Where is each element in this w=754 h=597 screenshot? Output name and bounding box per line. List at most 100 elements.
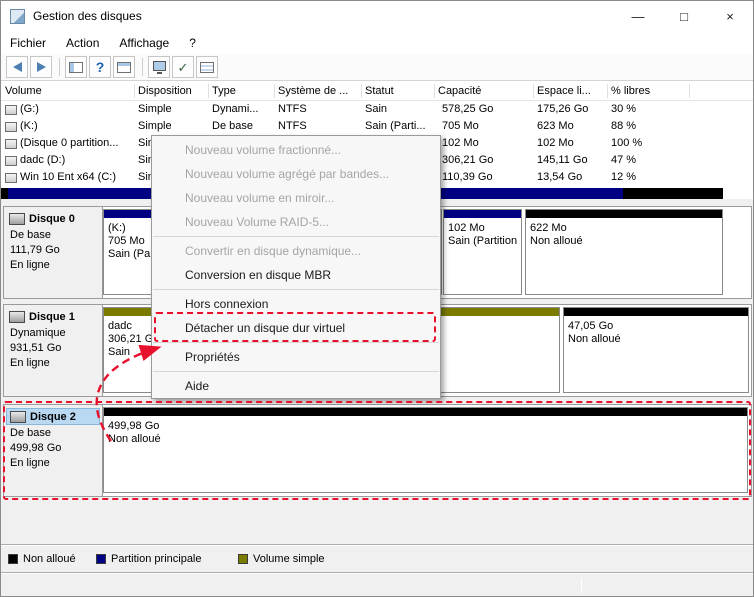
- menu-separator: [153, 371, 439, 372]
- cell-volume: (K:): [20, 120, 38, 132]
- menu-item-nouveau-volume-agrege: Nouveau volume agrégé par bandes...: [185, 167, 390, 181]
- details-view-button[interactable]: [196, 56, 218, 78]
- maximize-button[interactable]: □: [661, 1, 707, 32]
- menu-item-nouveau-volume-raid5: Nouveau Volume RAID-5...: [185, 215, 330, 229]
- cell-libres: 100 %: [611, 137, 643, 149]
- help-button[interactable]: ?: [89, 56, 111, 78]
- disk0-header[interactable]: Disque 0 De base 111,79 Go En ligne: [4, 207, 103, 298]
- help-icon: ?: [95, 59, 105, 75]
- check-icon: ✓: [177, 59, 189, 75]
- menu-item-hors-connexion[interactable]: Hors connexion: [152, 292, 440, 316]
- menu-aide[interactable]: ?: [179, 32, 206, 54]
- disk-type: Dynamique: [10, 327, 66, 339]
- disk-size: 931,51 Go: [10, 342, 62, 354]
- partition-size: 102 Mo: [448, 222, 485, 234]
- partition-box-unallocated-500go[interactable]: 499,98 Go Non alloué: [103, 407, 748, 493]
- volume-row-g[interactable]: (G:) Simple Dynami... NTFS Sain 578,25 G…: [1, 101, 753, 118]
- volume-list-header: Volume Disposition Type Système de ... S…: [1, 81, 753, 101]
- disk-icon: [9, 310, 25, 323]
- details-icon: [200, 61, 214, 73]
- computer-button[interactable]: [148, 56, 170, 78]
- menu-bar: Fichier Action Affichage ?: [1, 32, 753, 54]
- cell-libres: 88 %: [611, 120, 637, 132]
- partition-type-strip: [444, 210, 521, 218]
- volume-row-k[interactable]: (K:) Simple De base NTFS Sain (Parti... …: [1, 118, 753, 135]
- title-bar: Gestion des disques — □ ×: [1, 1, 753, 32]
- partition-size: 499,98 Go: [108, 420, 160, 432]
- legend-item-unallocated: Non alloué: [8, 553, 76, 565]
- partition-box-unallocated-622mo[interactable]: 622 Mo Non alloué: [525, 209, 723, 295]
- menu-fichier[interactable]: Fichier: [1, 32, 56, 54]
- toolbar-separator: [59, 58, 60, 76]
- forward-button[interactable]: [30, 56, 52, 78]
- disk-icon: [9, 212, 25, 225]
- minimize-button[interactable]: —: [615, 1, 661, 32]
- partition-size: 622 Mo: [530, 222, 567, 234]
- disk2-header[interactable]: Disque 2 De base 499,98 Go En ligne: [4, 405, 103, 496]
- console-tree-icon: [69, 61, 83, 73]
- menu-item-conversion-disque-mbr[interactable]: Conversion en disque MBR: [152, 263, 440, 287]
- column-header-disposition[interactable]: Disposition: [138, 81, 204, 101]
- disk-icon: [10, 410, 26, 423]
- check-disk-button[interactable]: ✓: [172, 56, 194, 78]
- disk-management-window: Gestion des disques — □ × Fichier Action…: [0, 0, 754, 597]
- menu-item-nouveau-volume-miroir: Nouveau volume en miroir...: [185, 191, 335, 205]
- column-header-libres[interactable]: % libres: [611, 81, 687, 101]
- column-header-statut[interactable]: Statut: [365, 81, 434, 101]
- cell-volume: dadc (D:): [20, 154, 66, 166]
- cell-systeme: NTFS: [278, 120, 307, 132]
- cell-capacite: 578,25 Go: [442, 103, 494, 115]
- disk-size: 499,98 Go: [10, 442, 62, 454]
- disk-size: 111,79 Go: [10, 244, 60, 256]
- console-tree-button[interactable]: [65, 56, 87, 78]
- app-icon: [10, 9, 25, 24]
- legend-label: Non alloué: [23, 553, 76, 565]
- cell-espace: 623 Mo: [537, 120, 574, 132]
- column-header-espace[interactable]: Espace li...: [537, 81, 607, 101]
- menu-item-detacher-disque-virtuel[interactable]: Détacher un disque dur virtuel: [152, 316, 440, 340]
- menu-item-proprietes[interactable]: Propriétés: [152, 345, 440, 369]
- partition-box-102mo[interactable]: 102 Mo Sain (Partition: [443, 209, 522, 295]
- volume-icon: [5, 122, 17, 132]
- legend-label: Partition principale: [111, 553, 202, 565]
- legend-swatch-unallocated: [8, 554, 18, 564]
- partition-type-strip: [526, 210, 722, 218]
- disk1-header[interactable]: Disque 1 Dynamique 931,51 Go En ligne: [4, 305, 103, 396]
- cell-disposition: Simple: [138, 103, 172, 115]
- column-header-systeme[interactable]: Système de ...: [278, 81, 359, 101]
- cell-espace: 102 Mo: [537, 137, 574, 149]
- cell-espace: 145,11 Go: [537, 154, 588, 166]
- cell-capacite: 705 Mo: [442, 120, 479, 132]
- forward-icon: [36, 62, 46, 72]
- column-header-volume[interactable]: Volume: [5, 81, 119, 101]
- column-header-capacite[interactable]: Capacité: [438, 81, 529, 101]
- legend-item-simple-volume: Volume simple: [238, 553, 325, 565]
- menu-separator: [153, 289, 439, 290]
- status-bar-divider: [581, 578, 582, 593]
- disk-type: De base: [10, 427, 51, 439]
- cell-systeme: NTFS: [278, 103, 307, 115]
- column-header-type[interactable]: Type: [212, 81, 272, 101]
- partition-box-unallocated-47go[interactable]: 47,05 Go Non alloué: [563, 307, 749, 393]
- menu-item-aide[interactable]: Aide: [152, 374, 440, 398]
- menu-affichage[interactable]: Affichage: [109, 32, 179, 54]
- legend-item-primary-partition: Partition principale: [96, 553, 202, 565]
- disk-status: En ligne: [10, 357, 50, 369]
- close-button[interactable]: ×: [707, 1, 753, 32]
- menu-separator: [153, 236, 439, 237]
- back-button[interactable]: [6, 56, 28, 78]
- partition-type-strip: [564, 308, 748, 316]
- computer-icon: [152, 60, 166, 74]
- partition-status: Non alloué: [530, 235, 583, 247]
- cell-type: De base: [212, 120, 253, 132]
- disk-name: Disque 0: [29, 212, 75, 225]
- partition-status: Non alloué: [568, 333, 621, 345]
- menu-action[interactable]: Action: [56, 32, 109, 54]
- disk-status: En ligne: [10, 457, 50, 469]
- action-pane-button[interactable]: [113, 56, 135, 78]
- cell-libres: 12 %: [611, 171, 637, 183]
- disk-type: De base: [10, 229, 51, 241]
- disk-context-menu: Nouveau volume fractionné... Nouveau vol…: [151, 135, 441, 399]
- cell-statut: Sain: [365, 103, 388, 115]
- cell-capacite: 102 Mo: [442, 137, 479, 149]
